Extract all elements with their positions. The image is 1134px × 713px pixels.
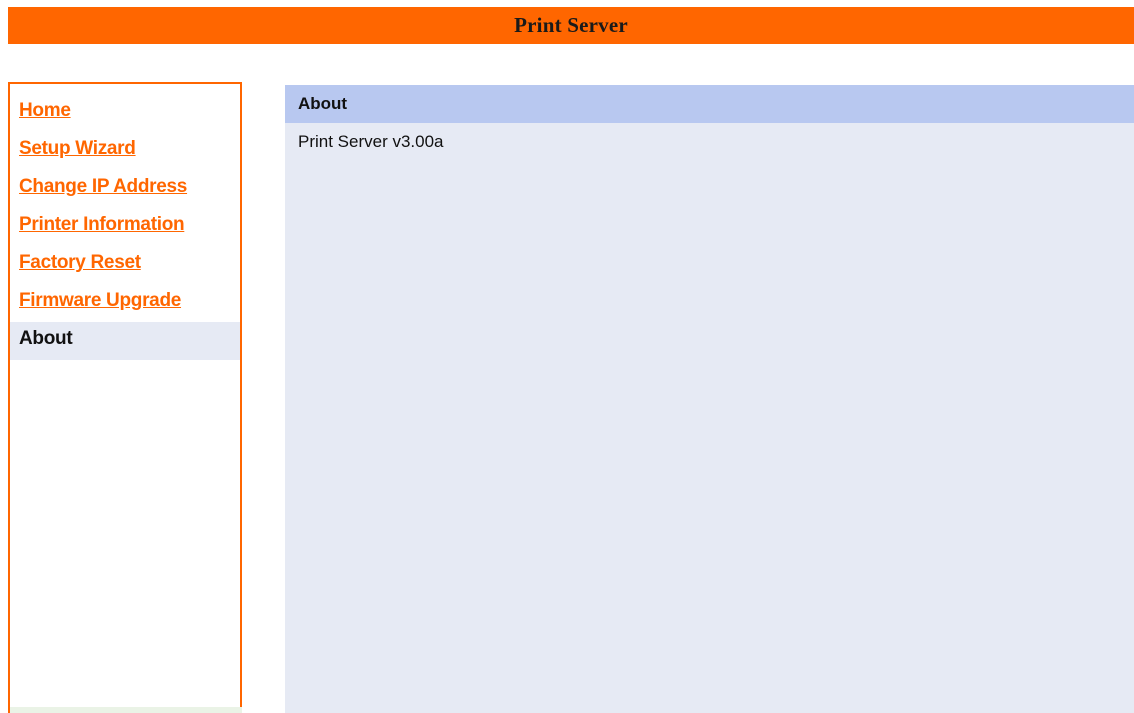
sidebar-item-printer-information[interactable]: Printer Information (10, 208, 242, 246)
version-text: Print Server v3.00a (298, 132, 444, 151)
main-content: About Print Server v3.00a (285, 85, 1134, 713)
sidebar-item-change-ip-address[interactable]: Change IP Address (10, 170, 242, 208)
section-title: About (285, 85, 1134, 123)
page-title: Print Server (514, 13, 628, 37)
sidebar-item-factory-reset[interactable]: Factory Reset (10, 246, 242, 284)
sidebar-item-firmware-upgrade[interactable]: Firmware Upgrade (10, 284, 242, 322)
sidebar-footer-strip (10, 707, 242, 713)
sidebar-item-home[interactable]: Home (10, 94, 242, 132)
sidebar: Home Setup Wizard Change IP Address Prin… (8, 82, 242, 713)
header-bar: Print Server (8, 7, 1134, 44)
sidebar-nav: Home Setup Wizard Change IP Address Prin… (10, 94, 242, 360)
sidebar-item-setup-wizard[interactable]: Setup Wizard (10, 132, 242, 170)
sidebar-item-about[interactable]: About (10, 322, 240, 360)
